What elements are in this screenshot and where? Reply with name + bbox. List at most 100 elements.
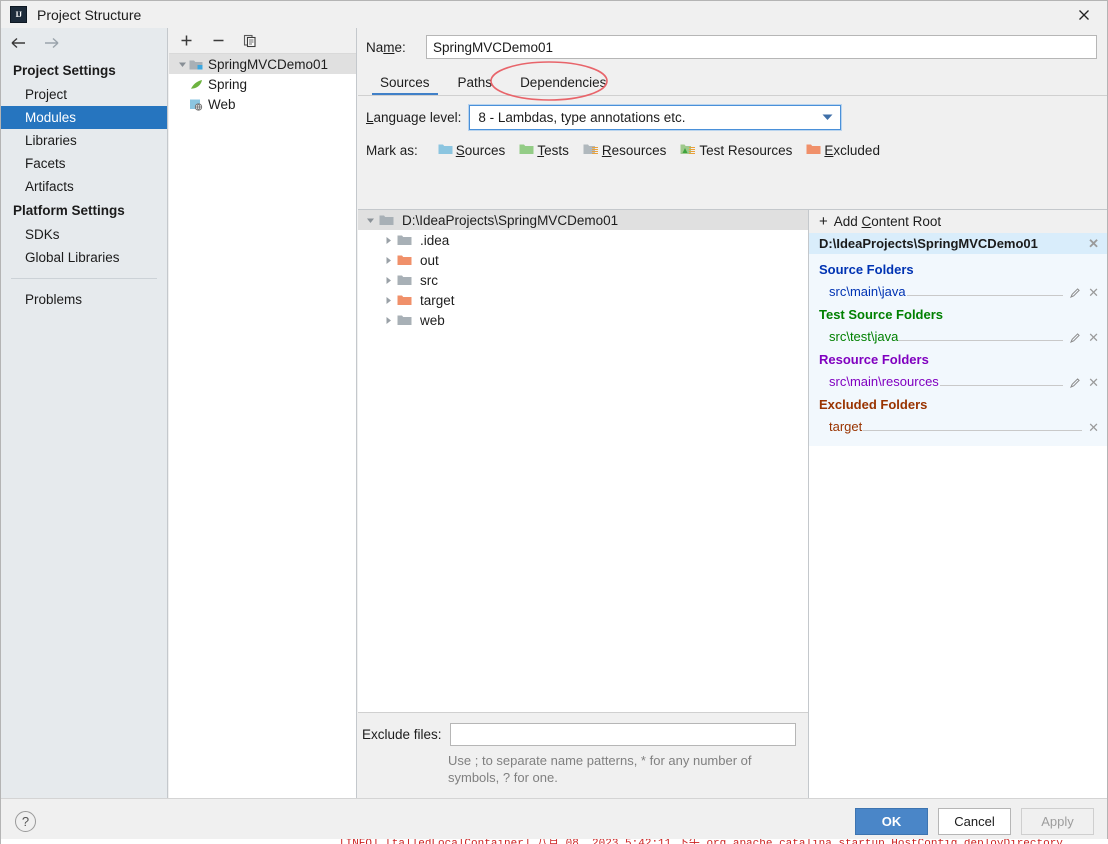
module-child-web[interactable]: Web: [169, 94, 356, 114]
mark-as-sources-button[interactable]: Sources: [438, 143, 506, 158]
module-row-root[interactable]: SpringMVCDemo01: [169, 54, 356, 74]
arrow-right-icon[interactable]: [41, 33, 61, 53]
chevron-down-icon[interactable]: [362, 216, 379, 225]
folder-entry-row: src\test\java ✕: [809, 325, 1107, 344]
tabs-underline: [358, 95, 1107, 96]
exclude-files-hint: Use ; to separate name patterns, * for a…: [448, 752, 778, 786]
console-line: [INFO] [talledLocalContainer] 八月 08, 202…: [1, 839, 1108, 844]
chevron-right-icon[interactable]: [380, 256, 397, 265]
sidebar-group-project-settings: Project Settings: [1, 58, 167, 83]
edit-pencil-icon[interactable]: [1069, 287, 1081, 299]
add-content-root-button[interactable]: + Add Content Root: [809, 210, 1107, 233]
sources-content-split: D:\IdeaProjects\SpringMVCDemo01 .idea: [358, 209, 1107, 798]
mark-as-resources-button[interactable]: Resources: [583, 143, 667, 158]
language-level-value: 8 - Lambdas, type annotations etc.: [478, 110, 685, 125]
remove-folder-icon[interactable]: ✕: [1088, 377, 1099, 389]
tree-node-label: .idea: [420, 233, 449, 248]
settings-sidebar: Project Settings Project Modules Librari…: [1, 28, 168, 798]
mark-as-excluded-button[interactable]: Excluded: [806, 143, 880, 158]
tree-node-label: web: [420, 313, 445, 328]
module-child-label: Web: [208, 97, 236, 112]
folder-icon: [397, 274, 419, 286]
background-console-sliver: [INFO] [talledLocalContainer] 八月 08, 202…: [1, 839, 1108, 844]
chevron-right-icon[interactable]: [380, 276, 397, 285]
tree-row[interactable]: src: [358, 270, 808, 290]
tab-dependencies[interactable]: Dependencies: [506, 73, 620, 96]
folder-test-resources-icon: [680, 143, 696, 158]
minus-icon[interactable]: [210, 33, 226, 49]
cancel-button[interactable]: Cancel: [938, 808, 1011, 835]
content-root-detail-pane: + Add Content Root D:\IdeaProjects\Sprin…: [809, 209, 1107, 798]
copy-icon[interactable]: [242, 33, 258, 49]
mark-as-tests-button[interactable]: Tests: [519, 143, 569, 158]
sidebar-item-libraries[interactable]: Libraries: [1, 129, 167, 152]
module-root-label: SpringMVCDemo01: [208, 57, 328, 72]
plus-icon[interactable]: [178, 33, 194, 49]
tree-node-label: target: [420, 293, 455, 308]
ok-button[interactable]: OK: [855, 808, 928, 835]
group-title-resource-folders: Resource Folders: [809, 344, 1107, 370]
mark-as-row: Mark as: Sources Tests: [358, 137, 1107, 163]
tree-row[interactable]: target: [358, 290, 808, 310]
help-button[interactable]: ?: [15, 811, 36, 832]
sidebar-navigation: [1, 28, 167, 58]
remove-content-root-icon[interactable]: ✕: [1088, 238, 1099, 250]
apply-button[interactable]: Apply: [1021, 808, 1094, 835]
tree-row[interactable]: web: [358, 310, 808, 330]
tree-row[interactable]: D:\IdeaProjects\SpringMVCDemo01: [358, 210, 808, 230]
language-level-label: Language level:: [366, 110, 461, 125]
mark-as-test-resources-button[interactable]: Test Resources: [680, 143, 792, 158]
chevron-right-icon[interactable]: [380, 296, 397, 305]
folder-entry-row: src\main\java ✕: [809, 280, 1107, 299]
tree-root-label: D:\IdeaProjects\SpringMVCDemo01: [402, 213, 618, 228]
sidebar-item-project[interactable]: Project: [1, 83, 167, 106]
sidebar-item-problems[interactable]: Problems: [1, 288, 167, 311]
group-title-excluded-folders: Excluded Folders: [809, 389, 1107, 415]
intellij-idea-logo-icon: IJ: [10, 6, 27, 23]
tree-node-label: out: [420, 253, 439, 268]
remove-folder-icon[interactable]: ✕: [1088, 287, 1099, 299]
folder-sources-icon: [438, 143, 453, 158]
sidebar-item-sdks[interactable]: SDKs: [1, 223, 167, 246]
arrow-left-icon[interactable]: [9, 33, 29, 53]
tab-sources[interactable]: Sources: [366, 73, 444, 96]
chevron-down-icon[interactable]: [822, 113, 833, 121]
module-child-spring[interactable]: Spring: [169, 74, 356, 94]
tree-node-label: src: [420, 273, 438, 288]
language-level-select[interactable]: 8 - Lambdas, type annotations etc.: [469, 105, 841, 130]
sidebar-item-artifacts[interactable]: Artifacts: [1, 175, 167, 198]
group-title-source-folders: Source Folders: [809, 254, 1107, 280]
sidebar-item-global-libraries[interactable]: Global Libraries: [1, 246, 167, 269]
folder-resources-icon: [583, 143, 599, 158]
edit-pencil-icon[interactable]: [1069, 377, 1081, 389]
module-name-input[interactable]: [426, 35, 1097, 59]
chevron-right-icon[interactable]: [380, 236, 397, 245]
chevron-right-icon[interactable]: [380, 316, 397, 325]
folder-path: src\main\resources: [829, 374, 939, 389]
close-icon[interactable]: [1061, 1, 1107, 28]
content-root-path: D:\IdeaProjects\SpringMVCDemo01: [819, 236, 1038, 251]
spring-leaf-icon: [189, 78, 206, 91]
chevron-down-icon[interactable]: [175, 60, 189, 69]
sidebar-item-facets[interactable]: Facets: [1, 152, 167, 175]
title-bar: IJ Project Structure: [1, 1, 1107, 28]
sidebar-item-modules[interactable]: Modules: [1, 106, 167, 129]
folder-path: src\test\java: [829, 329, 898, 344]
exclude-files-label: Exclude files:: [362, 727, 442, 742]
exclude-files-input[interactable]: [450, 723, 796, 746]
dialog-button-bar: ? OK Cancel Apply: [1, 798, 1107, 843]
folder-entry-row: target ✕: [809, 415, 1107, 434]
remove-folder-icon[interactable]: ✕: [1088, 332, 1099, 344]
plus-icon: +: [819, 215, 828, 228]
tree-row[interactable]: .idea: [358, 230, 808, 250]
remove-folder-icon[interactable]: ✕: [1088, 422, 1099, 434]
language-level-row: Language level: 8 - Lambdas, type annota…: [358, 100, 1107, 134]
module-tabs: Sources Paths Dependencies: [358, 66, 1107, 96]
folder-icon: [379, 214, 401, 226]
module-list-toolbar: [169, 28, 356, 54]
tab-paths[interactable]: Paths: [444, 73, 507, 96]
folder-icon: [397, 234, 419, 246]
edit-pencil-icon[interactable]: [1069, 332, 1081, 344]
folder-entry-row: src\main\resources ✕: [809, 370, 1107, 389]
tree-row[interactable]: out: [358, 250, 808, 270]
